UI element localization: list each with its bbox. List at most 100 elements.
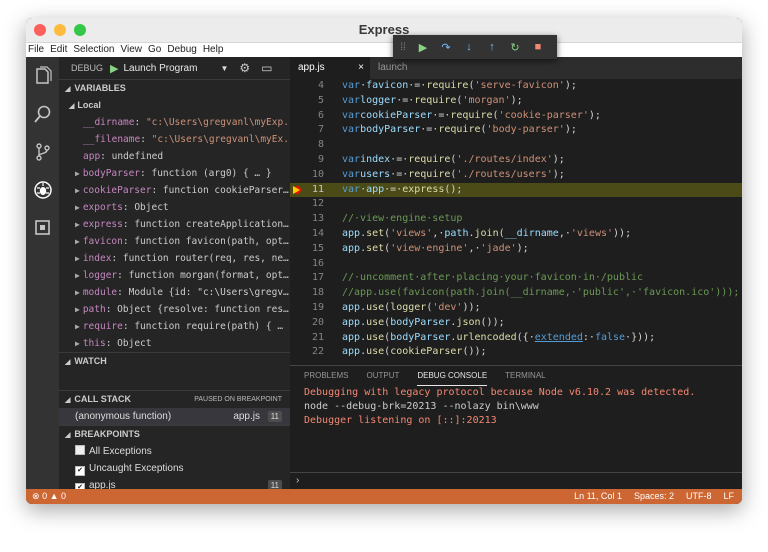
code-line[interactable]: 4 var·favicon·=·require('serve-favicon'); [290, 79, 742, 94]
code-line[interactable]: 7 varbodyParser·=·require('body-parser'); [290, 123, 742, 138]
code-line[interactable]: 21 app.use(bodyParser.urlencoded({·extend… [290, 331, 742, 346]
code-line[interactable]: 20 app.use(bodyParser.json()); [290, 316, 742, 331]
cursor-position[interactable]: Ln 11, Col 1 [574, 489, 622, 504]
code-line[interactable]: 12 [290, 197, 742, 212]
variable-row[interactable]: ▶ path: Object {resolve: function res… [59, 301, 290, 318]
variables-section-header[interactable]: ◢ VARIABLES [59, 79, 290, 97]
search-icon[interactable] [26, 95, 59, 133]
close-icon[interactable]: × [358, 57, 364, 79]
debug-console-icon[interactable]: ▭ [261, 61, 272, 75]
checkbox[interactable] [75, 445, 85, 455]
variable-row[interactable]: __filename: "c:\Users\gregvanl\myEx... [59, 131, 290, 148]
indentation[interactable]: Spaces: 2 [634, 489, 674, 504]
chevron-right-icon[interactable]: ▶ [75, 339, 80, 348]
code-line[interactable]: 5 varlogger·=·require('morgan'); [290, 94, 742, 109]
code-line[interactable]: 19 app.use(logger('dev')); [290, 301, 742, 316]
variable-row[interactable]: ▶ this: Object [59, 335, 290, 352]
breakpoint-item[interactable]: ✔ Uncaught Exceptions [59, 460, 290, 477]
chevron-right-icon[interactable]: ▶ [75, 271, 80, 280]
variable-row[interactable]: ▶ bodyParser: function (arg0) { … } [59, 165, 290, 182]
separator: : [140, 134, 152, 145]
code-editor[interactable]: 4 var·favicon·=·require('serve-favicon');… [290, 79, 742, 365]
chevron-right-icon[interactable]: ▶ [75, 220, 80, 229]
menu-item-view[interactable]: View [121, 43, 143, 57]
panel-tab-debug-console[interactable]: DEBUG CONSOLE [417, 366, 488, 386]
code-line[interactable]: 22 app.use(cookieParser()); [290, 345, 742, 360]
code-token: ,· [468, 242, 481, 254]
tab-launch[interactable]: launch [370, 57, 416, 79]
separator: : [117, 287, 129, 298]
menu-item-help[interactable]: Help [203, 43, 224, 57]
code-line[interactable]: 14 app.set('views',·path.join(__dirname,·… [290, 227, 742, 242]
code-line[interactable]: 10 varusers·=·require('./routes/users'); [290, 168, 742, 183]
extensions-icon[interactable] [26, 209, 59, 247]
chevron-right-icon[interactable]: ▶ [75, 322, 80, 331]
frame-line-badge: 11 [267, 411, 282, 422]
code-line[interactable]: 15 app.set('view·engine',·'jade'); [290, 242, 742, 257]
code-line[interactable]: 9 varindex·=·require('./routes/index'); [290, 153, 742, 168]
variable-row[interactable]: ▶ favicon: function favicon(path, opt… [59, 233, 290, 250]
code-text: app.use(bodyParser.json()); [342, 316, 505, 331]
code-line[interactable]: 6 varcookieParser·=·require('cookie-parse… [290, 109, 742, 124]
panel-tab-output[interactable]: OUTPUT [366, 366, 399, 386]
chevron-right-icon[interactable]: ▶ [75, 186, 80, 195]
variable-row[interactable]: ▶ cookieParser: function cookieParser… [59, 182, 290, 199]
line-number: 9 [317, 153, 324, 165]
line-ending[interactable]: LF [723, 489, 734, 504]
stop-icon[interactable]: ■ [531, 41, 545, 53]
step-out-icon[interactable]: ↑ [485, 41, 499, 53]
launch-config-select[interactable]: Launch Program [123, 63, 215, 74]
step-into-icon[interactable]: ↓ [462, 41, 476, 53]
step-over-icon[interactable]: ↷ [439, 41, 453, 54]
encoding[interactable]: UTF-8 [686, 489, 712, 504]
chevron-right-icon[interactable]: ▶ [75, 237, 80, 246]
scope-local[interactable]: ◢ Local [59, 97, 290, 114]
chevron-right-icon[interactable]: ▶ [75, 288, 80, 297]
chevron-down-icon[interactable]: ▼ [220, 64, 228, 73]
stack-frame[interactable]: (anonymous function) app.js 11 [59, 408, 290, 425]
tab-app-js[interactable]: app.js × [290, 57, 370, 79]
code-token: 'view·engine' [390, 242, 469, 254]
start-debugging-icon[interactable]: ▶ [110, 62, 118, 75]
panel-tab-terminal[interactable]: TERMINAL [505, 366, 545, 386]
code-line[interactable]: 13 //·view·engine·setup [290, 212, 742, 227]
variable-row[interactable]: ▶ module: Module {id: "c:\Users\gregv… [59, 284, 290, 301]
breakpoints-section-header[interactable]: ◢ BREAKPOINTS [59, 425, 290, 443]
checkbox[interactable]: ✔ [75, 466, 85, 476]
chevron-right-icon[interactable]: ▶ [75, 203, 80, 212]
code-line[interactable]: 8 [290, 138, 742, 153]
variable-row[interactable]: ▶ require: function require(path) { … [59, 318, 290, 335]
chevron-right-icon[interactable]: ▶ [75, 305, 80, 314]
drag-handle-icon[interactable]: ⁞⁞ [399, 42, 407, 53]
variable-row[interactable]: ▶ logger: function morgan(format, opt… [59, 267, 290, 284]
files-icon[interactable] [26, 57, 59, 95]
menu-item-debug[interactable]: Debug [167, 43, 196, 57]
variable-row[interactable]: app: undefined [59, 148, 290, 165]
variable-row[interactable]: ▶ index: function router(req, res, ne… [59, 250, 290, 267]
chevron-right-icon[interactable]: ▶ [75, 169, 80, 178]
breakpoint-item[interactable]: All Exceptions [59, 443, 290, 460]
code-line[interactable]: 17 //·uncomment·after·placing·your·favico… [290, 271, 742, 286]
restart-icon[interactable]: ↻ [508, 41, 522, 54]
variable-row[interactable]: __dirname: "c:\Users\gregvanl\myExp... [59, 114, 290, 131]
menu-item-file[interactable]: File [28, 43, 44, 57]
continue-icon[interactable]: ▶ [416, 41, 430, 54]
variable-row[interactable]: ▶ express: function createApplication… [59, 216, 290, 233]
separator: : [105, 338, 118, 349]
code-line[interactable]: 16 [290, 257, 742, 272]
source-control-icon[interactable] [26, 133, 59, 171]
callstack-section-header[interactable]: ◢ CALL STACK PAUSED ON BREAKPOINT [59, 390, 290, 408]
problems-status[interactable]: ⊗ 0 ▲ 0 [32, 489, 66, 504]
menu-item-edit[interactable]: Edit [50, 43, 67, 57]
console-input[interactable]: › [290, 472, 742, 489]
panel-tab-problems[interactable]: PROBLEMS [304, 366, 348, 386]
chevron-right-icon[interactable]: ▶ [75, 254, 80, 263]
code-line[interactable]: 18 //app.use(favicon(path.join(__dirname,… [290, 286, 742, 301]
debug-icon[interactable] [26, 171, 59, 209]
current-line[interactable]: 11 var·app·=·express(); [290, 182, 742, 198]
watch-section-header[interactable]: ◢ WATCH [59, 352, 290, 370]
variable-row[interactable]: ▶ exports: Object [59, 199, 290, 216]
gear-icon[interactable]: ⚙ [239, 61, 250, 75]
menu-item-selection[interactable]: Selection [73, 43, 114, 57]
menu-item-go[interactable]: Go [148, 43, 161, 57]
